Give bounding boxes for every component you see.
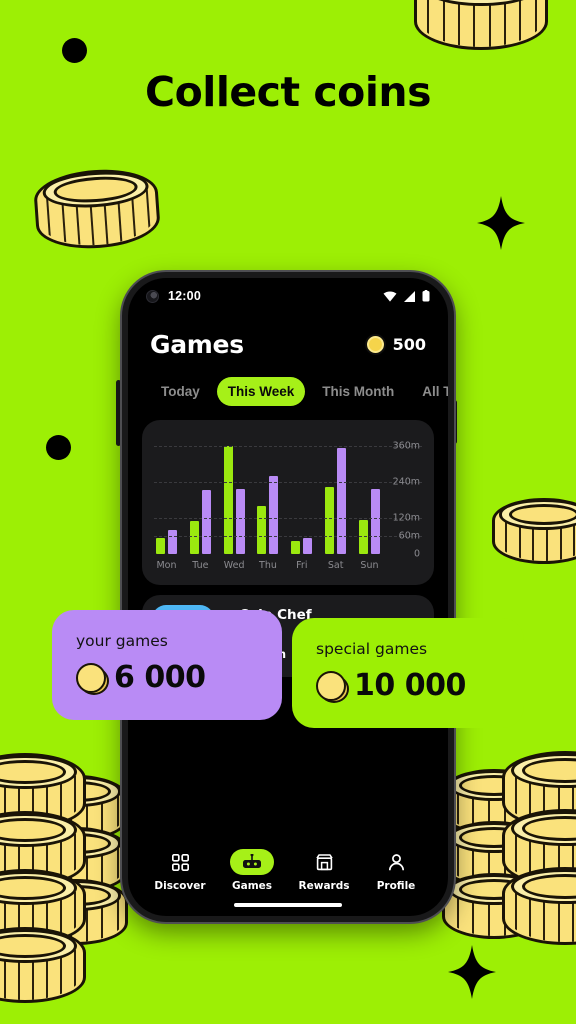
your-games-value: 6 000 [114, 660, 206, 695]
chart-bar [189, 521, 199, 554]
period-tabs: Today This Week This Month All Tin [128, 359, 448, 406]
nav-label-profile: Profile [376, 880, 416, 892]
coin-upper-left [32, 165, 162, 253]
nav-pill-games [230, 849, 274, 875]
nav-pill-rewards [302, 849, 346, 875]
status-icons [383, 290, 430, 302]
chart-bar [269, 476, 279, 554]
coin-mid-right [492, 498, 576, 564]
chart-gridline [154, 518, 422, 519]
chart-bar-group [156, 530, 177, 554]
chart-x-tick-label: Tue [192, 560, 209, 571]
gamepad-icon [243, 854, 261, 868]
tab-all-time[interactable]: All Tin [411, 377, 448, 406]
chart-x-tick-label: Wed [223, 560, 245, 571]
chart-bar [156, 537, 165, 554]
phone-side-button-left [116, 380, 121, 446]
chart-x-tick-label: Sun [360, 560, 379, 571]
nav-item-rewards[interactable]: Rewards [288, 849, 360, 892]
front-camera-icon [146, 289, 159, 303]
chart-y-tick-label: 60m [398, 530, 420, 542]
dot-mid-left [46, 435, 71, 460]
chart-bar [235, 488, 245, 554]
chart-gridline [154, 482, 422, 483]
chart-gridline [154, 536, 422, 537]
chart-bar-group [325, 447, 347, 554]
chart-bar [337, 447, 347, 554]
nav-item-profile[interactable]: Profile [360, 849, 432, 892]
phone-screen: 12:00 Games 500 Today This Week This Mon… [128, 278, 448, 916]
dot-top-left [62, 38, 87, 63]
chart-y-tick-label: 0 [413, 548, 420, 560]
nav-item-discover[interactable]: Discover [144, 849, 216, 892]
grid-icon [171, 853, 189, 871]
chart-plot: 360m 240m 120m 60m 0 [154, 434, 422, 560]
tab-today[interactable]: Today [150, 377, 211, 406]
chart-gridline [154, 446, 422, 447]
your-games-card[interactable]: your games 6 000 [52, 610, 282, 720]
chart-bar-group [223, 446, 245, 554]
chart-bar [303, 537, 313, 554]
chart-bar [370, 488, 380, 554]
nav-pill-discover [158, 849, 202, 875]
chart-x-tick-label: Fri [296, 560, 308, 571]
tab-this-month[interactable]: This Month [311, 377, 405, 406]
coin-stack-bottom-right [440, 751, 576, 1024]
sparkle-right-icon [477, 196, 525, 250]
chart-bar [257, 506, 267, 554]
coin-icon [364, 334, 387, 355]
coin-top-right [414, 0, 548, 50]
chart-x-axis: Mon Tue Wed Thu Fri Sat Sun [154, 560, 380, 571]
chart-bar-group [358, 488, 380, 554]
page-title: Collect coins [145, 68, 431, 116]
battery-icon [422, 290, 430, 302]
chart-bar [201, 489, 211, 554]
activity-chart-card: 360m 240m 120m 60m 0 Mon Tue Wed Thu Fri Sat Sun [142, 420, 434, 585]
signal-icon [404, 290, 415, 302]
nav-label-discover: Discover [154, 880, 206, 892]
coin-icon [316, 670, 349, 703]
nav-label-games: Games [231, 880, 273, 892]
chart-bar [168, 530, 177, 554]
wifi-icon [383, 290, 397, 302]
special-games-card[interactable]: special games 10 000 [292, 618, 524, 728]
chart-y-tick-label: 120m [392, 512, 420, 524]
nav-pill-profile [374, 849, 418, 875]
chart-y-tick-label: 360m [392, 440, 420, 452]
balance-amount: 500 [392, 335, 426, 354]
status-clock: 12:00 [168, 289, 201, 303]
home-indicator [234, 903, 342, 907]
chart-bar [291, 541, 301, 554]
phone-mockup: 12:00 Games 500 Today This Week This Mon… [122, 272, 454, 922]
chart-bar [223, 446, 233, 554]
poster-canvas: Collect coins 12:00 Games 500 Today This… [0, 0, 576, 1024]
special-games-label: special games [316, 640, 428, 658]
chart-bar [325, 486, 335, 554]
your-games-value-row: 6 000 [76, 660, 258, 695]
status-bar: 12:00 [128, 278, 448, 314]
coin-balance[interactable]: 500 [364, 334, 426, 355]
special-games-value: 10 000 [354, 668, 466, 703]
chart-bar-group [189, 489, 211, 554]
store-icon [315, 853, 333, 870]
chart-x-tick-label: Mon [156, 560, 177, 571]
bottom-navigation: Discover Games Rewards Profile [128, 841, 448, 892]
your-games-label: your games [76, 632, 168, 650]
nav-item-games[interactable]: Games [216, 849, 288, 892]
chart-x-tick-label: Thu [259, 560, 277, 571]
screen-title: Games [150, 330, 244, 359]
coin-icon [76, 662, 109, 695]
app-header: Games 500 [128, 314, 448, 359]
chart-x-tick-label: Sat [327, 560, 344, 571]
chart-bar-group [291, 537, 313, 554]
tab-this-week[interactable]: This Week [216, 377, 306, 406]
chart-y-tick-label: 240m [392, 476, 420, 488]
chart-bar-group [257, 476, 279, 554]
nav-label-rewards: Rewards [298, 880, 350, 892]
special-games-value-row: 10 000 [316, 668, 500, 703]
person-icon [388, 853, 404, 870]
